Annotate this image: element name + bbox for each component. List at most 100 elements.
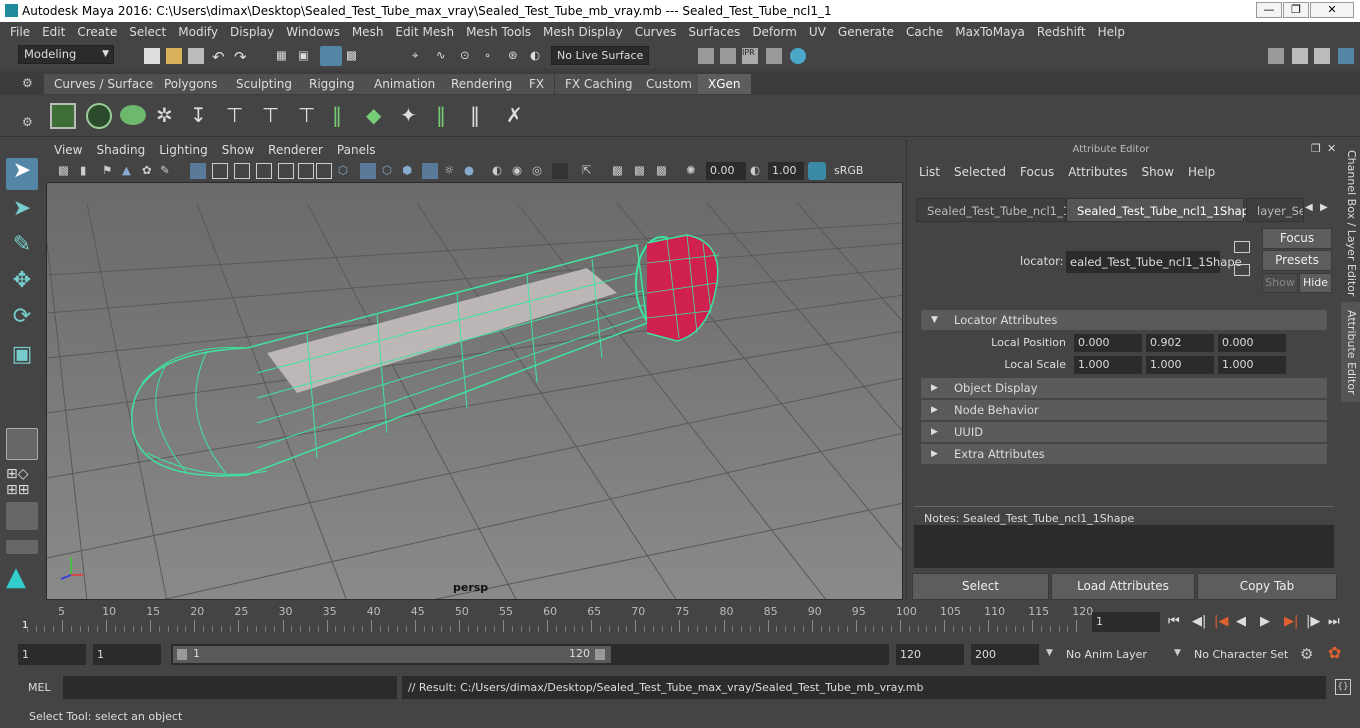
xgen-guides-icon[interactable]: ✲ xyxy=(156,103,182,129)
step-back-icon[interactable]: ◀| xyxy=(1192,614,1214,629)
shelf-options-gear-icon[interactable]: ⚙ xyxy=(22,115,38,131)
backface-culling-icon[interactable]: ▩ xyxy=(656,163,672,179)
vp-menu-lighting[interactable]: Lighting xyxy=(159,140,208,160)
render-frame-icon[interactable] xyxy=(720,48,736,64)
focus-button[interactable]: Focus xyxy=(1262,228,1332,249)
attribute-editor-side-tab[interactable]: Attribute Editor xyxy=(1345,310,1358,395)
local-scale-y[interactable]: 1.000 xyxy=(1146,356,1214,374)
safe-title-icon[interactable] xyxy=(316,163,332,179)
menu-cache[interactable]: Cache xyxy=(906,22,943,42)
xgen-grass-icon[interactable]: ‖ xyxy=(332,103,358,129)
hide-button[interactable]: Hide xyxy=(1299,273,1332,293)
exposure-field[interactable]: 0.00 xyxy=(706,162,746,180)
uuid-section[interactable]: ▶ UUID xyxy=(921,422,1327,442)
menu-help[interactable]: Help xyxy=(1098,22,1125,42)
smooth-shade-icon[interactable] xyxy=(360,163,376,179)
textured-icon[interactable]: ⬢ xyxy=(402,163,418,179)
open-scene-icon[interactable] xyxy=(166,48,182,64)
menu-file[interactable]: File xyxy=(10,22,30,42)
ae-menu-attributes[interactable]: Attributes xyxy=(1068,165,1127,179)
shelf-tab-xgen[interactable]: XGen xyxy=(698,74,752,94)
xgen-lock-icon[interactable]: ⊤ xyxy=(298,103,324,129)
xgen-leaf-icon[interactable] xyxy=(120,105,146,125)
play-forwards-icon[interactable]: ▶ xyxy=(1260,614,1284,629)
snap-point-icon[interactable]: ⊙ xyxy=(460,48,476,64)
chevron-down-icon[interactable]: ▼ xyxy=(1046,648,1053,658)
shelf-tab-fx-caching[interactable]: FX Caching xyxy=(555,74,644,94)
vp-menu-show[interactable]: Show xyxy=(222,140,254,160)
go-to-end-icon[interactable]: ⏭ xyxy=(1328,614,1350,629)
close-panel-icon[interactable]: ✕ xyxy=(1327,142,1336,155)
locator-name-field[interactable]: ealed_Test_Tube_ncl1_1Shape xyxy=(1066,251,1242,273)
float-panel-icon[interactable]: ❐ xyxy=(1311,142,1321,155)
rotate-tool-icon[interactable]: ⟳ xyxy=(6,304,38,336)
shelf-tab-rendering[interactable]: Rendering xyxy=(441,74,524,94)
tool-settings-icon[interactable] xyxy=(1314,48,1330,64)
command-input[interactable] xyxy=(63,676,397,699)
playback-end-field[interactable]: 120 xyxy=(896,644,964,665)
gate-mask-icon[interactable] xyxy=(256,163,272,179)
lasso-tool-icon[interactable]: ➤ xyxy=(6,196,38,228)
menu-create[interactable]: Create xyxy=(77,22,117,42)
shelf-tab-animation[interactable]: Animation xyxy=(364,74,447,94)
live-surface-field[interactable]: No Live Surface xyxy=(551,46,649,65)
menu-select[interactable]: Select xyxy=(129,22,166,42)
menu-modify[interactable]: Modify xyxy=(178,22,218,42)
render-view-icon[interactable] xyxy=(698,48,714,64)
vp-menu-view[interactable]: View xyxy=(54,140,82,160)
shelf-tab-curves-surfaces[interactable]: Curves / Surfaces xyxy=(44,74,171,94)
ae-menu-focus[interactable]: Focus xyxy=(1020,165,1054,179)
script-editor-icon[interactable]: {} xyxy=(1335,679,1351,695)
xgen-add-guide-icon[interactable]: ⊤ xyxy=(226,103,252,129)
shadows-icon[interactable]: ☼ xyxy=(444,163,460,179)
locator-attributes-section[interactable]: ▼ Locator Attributes xyxy=(921,310,1327,330)
menu-surfaces[interactable]: Surfaces xyxy=(688,22,740,42)
depth-of-field-icon[interactable]: ◎ xyxy=(532,163,548,179)
xray-icon[interactable] xyxy=(552,163,568,179)
single-perspective-layout-icon[interactable] xyxy=(6,428,38,460)
animation-start-field[interactable]: 1 xyxy=(18,644,86,665)
ae-menu-list[interactable]: List xyxy=(919,165,940,179)
object-display-section[interactable]: ▶ Object Display xyxy=(921,378,1327,398)
image-plane-icon[interactable]: ▲ xyxy=(122,163,138,179)
vp-menu-panels[interactable]: Panels xyxy=(337,140,376,160)
current-frame-field[interactable]: 1 xyxy=(1092,612,1160,632)
shelf-tab-sculpting[interactable]: Sculpting xyxy=(226,74,304,94)
attribute-editor-toggle-icon[interactable] xyxy=(1292,48,1308,64)
local-position-z[interactable]: 0.000 xyxy=(1218,334,1286,352)
grease-pencil-icon[interactable]: ✎ xyxy=(160,163,176,179)
menu-windows[interactable]: Windows xyxy=(286,22,340,42)
snap-curve-icon[interactable]: ∿ xyxy=(436,48,452,64)
select-hierarchy-icon[interactable]: ▦ xyxy=(276,48,292,64)
menu-uv[interactable]: UV xyxy=(809,22,826,42)
menu-curves[interactable]: Curves xyxy=(635,22,677,42)
modeling-toolkit-icon[interactable] xyxy=(1268,48,1284,64)
menu-redshift[interactable]: Redshift xyxy=(1037,22,1086,42)
film-gate-icon[interactable] xyxy=(212,163,228,179)
save-scene-icon[interactable] xyxy=(188,48,204,64)
ae-menu-help[interactable]: Help xyxy=(1188,165,1215,179)
four-view-layout-icon[interactable]: ⊞◇ ⊞⊞ xyxy=(6,466,38,498)
outliner-layout-icon[interactable] xyxy=(6,502,38,530)
xgen-preview-icon[interactable] xyxy=(86,103,112,129)
menu-mesh-display[interactable]: Mesh Display xyxy=(543,22,623,42)
xgen-comb-icon[interactable]: ‖ xyxy=(436,103,462,129)
gamma-icon[interactable]: ◐ xyxy=(750,163,766,179)
shelf-tab-fx[interactable]: FX xyxy=(519,74,556,94)
presets-button[interactable]: Presets xyxy=(1262,250,1332,271)
xgen-delete-icon[interactable]: ✗ xyxy=(506,103,532,129)
select-button[interactable]: Select xyxy=(912,573,1049,600)
channel-box-toggle-icon[interactable] xyxy=(1338,48,1354,64)
tab-scroll-left-icon[interactable]: ◀ xyxy=(1305,202,1313,213)
menu-edit-mesh[interactable]: Edit Mesh xyxy=(395,22,454,42)
script-language-label[interactable]: MEL xyxy=(28,681,51,694)
graph-layout-icon[interactable] xyxy=(6,540,38,554)
menu-mesh[interactable]: Mesh xyxy=(352,22,384,42)
range-slider-handle[interactable]: 1 120 xyxy=(173,646,611,663)
menu-deform[interactable]: Deform xyxy=(752,22,797,42)
camera-select-icon[interactable]: ▩ xyxy=(58,163,74,179)
bookmark-icon[interactable]: ⚑ xyxy=(102,163,118,179)
anim-layer-dropdown[interactable]: No Anim Layer xyxy=(1062,644,1164,665)
motion-blur-icon[interactable]: ◐ xyxy=(492,163,508,179)
copy-tab-button[interactable]: Copy Tab xyxy=(1197,573,1337,600)
